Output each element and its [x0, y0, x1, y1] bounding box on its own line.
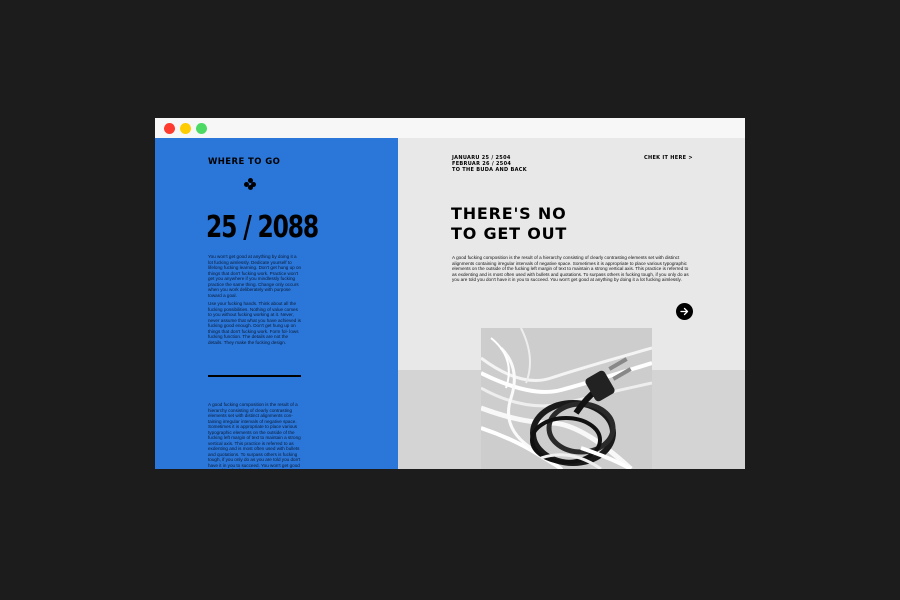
plug-photo-illustration [481, 328, 652, 469]
left-panel: WHERE TO GO 25 / 2088 You won't get good… [155, 138, 398, 469]
browser-window: WHERE TO GO 25 / 2088 You won't get good… [155, 118, 745, 469]
minimize-window-icon[interactable] [180, 123, 191, 134]
plug-hair-photo [481, 328, 652, 469]
left-paragraph-2: Use your fucking hands. Think about all … [208, 301, 301, 345]
left-paragraph-1: You won't get good at anything by doing … [208, 254, 302, 298]
section-title: WHERE TO GO [208, 157, 281, 167]
right-panel: JANUARU 25 / 2504 FEBRUAR 26 / 2504 TO T… [398, 138, 745, 469]
big-number: 25 / 2088 [206, 210, 319, 245]
close-window-icon[interactable] [164, 123, 175, 134]
divider [208, 375, 301, 377]
left-paragraph-3: A good fucking composition is the result… [208, 402, 301, 469]
clover-icon [244, 178, 256, 190]
headline-line-2: TO GET OUT [451, 224, 568, 243]
window-titlebar [155, 118, 745, 139]
check-it-link[interactable]: CHEK IT HERE > [644, 155, 693, 161]
next-arrow-button[interactable] [676, 303, 693, 320]
event-dates: JANUARU 25 / 2504 FEBRUAR 26 / 2504 TO T… [452, 155, 527, 173]
date-line-3: TO THE BUDA AND BACK [452, 167, 527, 173]
headline: THERE'S NO TO GET OUT [451, 204, 567, 244]
arrow-right-icon [680, 307, 689, 316]
zoom-window-icon[interactable] [196, 123, 207, 134]
headline-line-1: THERE'S NO [451, 204, 567, 223]
body-text: A good fucking composition is the result… [452, 255, 689, 283]
